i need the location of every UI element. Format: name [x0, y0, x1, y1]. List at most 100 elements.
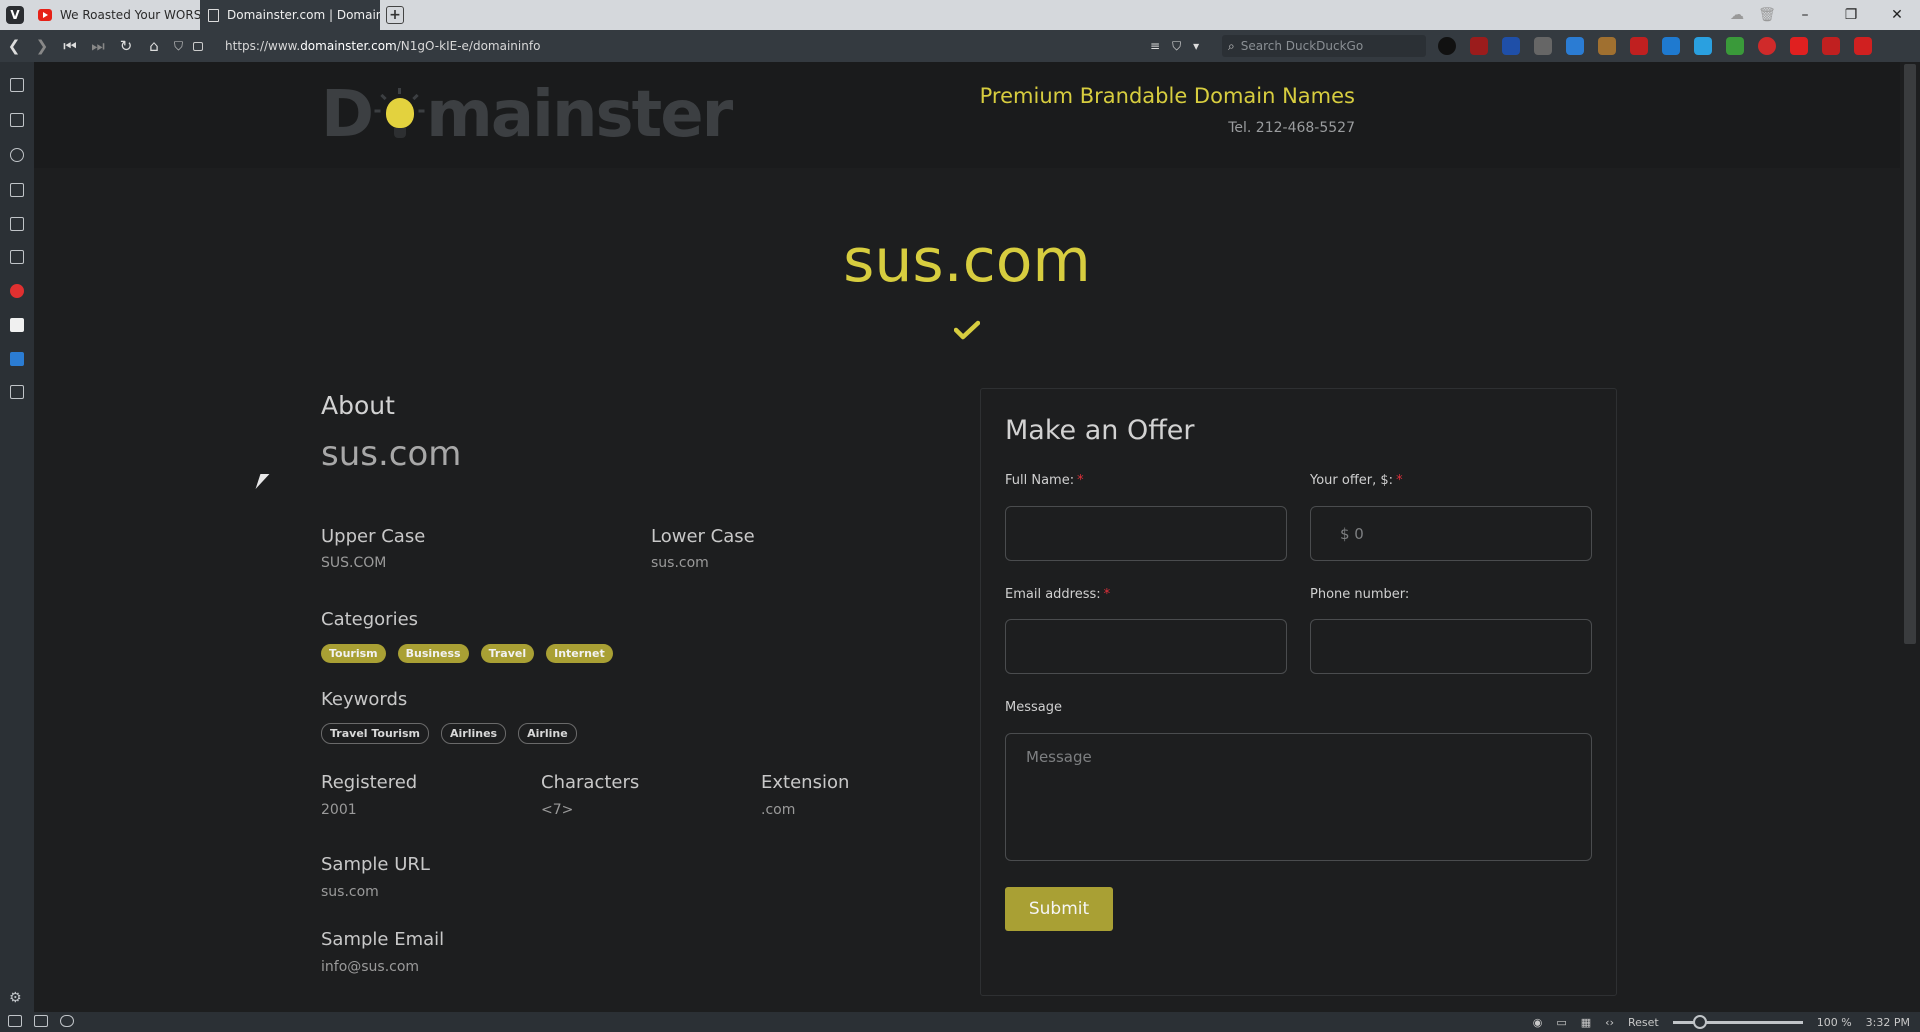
- side-panel: ⚙: [0, 62, 34, 1012]
- bookmark-icon[interactable]: ⛉: [1172, 39, 1181, 54]
- checkmark-icon: [954, 320, 980, 340]
- extension-red-icon[interactable]: [1854, 37, 1872, 55]
- translate-panel-icon[interactable]: [10, 250, 24, 264]
- extension-pie-icon[interactable]: [1758, 37, 1776, 55]
- extension-diamond-icon[interactable]: [1694, 37, 1712, 55]
- tab-tiling-icon[interactable]: [34, 1015, 48, 1027]
- address-toolbar: ❮ ❯ ⏮ ⏭ ↻ ⌂ ⛉ https://www.domainster.com…: [0, 30, 1920, 62]
- settings-gear-icon[interactable]: ⚙: [9, 990, 22, 1006]
- sync-cloud-icon[interactable]: ☁: [1722, 7, 1752, 23]
- scrollbar-thumb[interactable]: [1904, 64, 1916, 644]
- page-scrollbar[interactable]: [1900, 62, 1920, 1012]
- phone-input[interactable]: [1310, 619, 1592, 674]
- reload-icon[interactable]: ↻: [112, 37, 140, 55]
- notes-panel-icon[interactable]: [10, 183, 24, 197]
- toggle-panel-icon[interactable]: [8, 1015, 22, 1027]
- screenshot-icon[interactable]: ◉: [1533, 1016, 1543, 1029]
- lower-case-value: sus.com: [651, 555, 709, 571]
- window-icon[interactable]: ▭: [1556, 1016, 1566, 1029]
- category-pill[interactable]: Business: [397, 644, 469, 663]
- keyword-pill[interactable]: Airlines: [441, 723, 507, 744]
- full-name-input[interactable]: [1005, 506, 1287, 561]
- fast-forward-icon[interactable]: ⏭: [84, 37, 112, 55]
- zoom-slider-knob[interactable]: [1692, 1014, 1707, 1029]
- shield-icon[interactable]: ⛉: [174, 39, 183, 54]
- keywords-label: Keywords: [321, 689, 408, 710]
- vivaldi-menu-icon[interactable]: V: [6, 6, 24, 24]
- tab-youtube[interactable]: We Roasted Your WORST S: [30, 0, 200, 30]
- window-panel-icon[interactable]: [10, 217, 24, 231]
- categories-label: Categories: [321, 609, 419, 630]
- tab-label: We Roasted Your WORST S: [60, 8, 200, 22]
- message-textarea[interactable]: [1005, 733, 1592, 861]
- url-domain: domainster.com: [300, 39, 397, 53]
- dropdown-icon[interactable]: ▾: [1193, 39, 1199, 53]
- back-icon[interactable]: ❮: [0, 37, 28, 55]
- keywords-list: Travel Tourism Airlines Airline: [321, 723, 577, 744]
- code-icon[interactable]: ‹›: [1605, 1016, 1614, 1029]
- logo-text-left: D: [321, 78, 374, 152]
- tab-domainster[interactable]: Domainster.com | Domain I: [200, 0, 380, 30]
- extension-label: Extension: [761, 772, 850, 793]
- url-prefix: https://www.: [225, 39, 301, 53]
- domainster-logo[interactable]: D mainster: [321, 78, 733, 152]
- web-page: D mainster Premium Brandable Domain Name…: [34, 62, 1900, 1012]
- full-name-label-text: Full Name:: [1005, 473, 1075, 488]
- translate-icon[interactable]: [1566, 37, 1584, 55]
- extension-glasses-icon[interactable]: [1534, 37, 1552, 55]
- status-right: ◉ ▭ ▦ ‹› Reset 100 % 3:32 PM: [1533, 1012, 1910, 1032]
- offer-amount-label: Your offer, $: *: [1310, 473, 1403, 488]
- clock: 3:32 PM: [1865, 1015, 1910, 1029]
- email-label: Email address: *: [1005, 587, 1110, 602]
- history-panel-icon[interactable]: [10, 148, 24, 162]
- address-field[interactable]: https://www.domainster.com/N1gO-kIE-e/do…: [225, 39, 1105, 53]
- downloads-panel-icon[interactable]: [10, 113, 24, 127]
- keyword-pill[interactable]: Airline: [518, 723, 577, 744]
- close-button[interactable]: ✕: [1874, 7, 1920, 23]
- restore-button[interactable]: ❐: [1828, 7, 1874, 23]
- outlook-panel-icon[interactable]: [10, 352, 24, 366]
- sync-icon[interactable]: [60, 1015, 74, 1027]
- message-label: Message: [1005, 700, 1062, 715]
- full-name-label: Full Name: *: [1005, 473, 1084, 488]
- wikipedia-panel-icon[interactable]: [10, 318, 24, 332]
- status-left-icons: [8, 1015, 74, 1027]
- profile-avatar-icon[interactable]: [1438, 37, 1456, 55]
- email-input[interactable]: [1005, 619, 1287, 674]
- extension-refresh-icon[interactable]: [1726, 37, 1744, 55]
- offer-amount-input[interactable]: [1310, 506, 1592, 561]
- new-tab-button[interactable]: +: [386, 6, 404, 24]
- extension-cookie-icon[interactable]: [1598, 37, 1616, 55]
- minimize-button[interactable]: –: [1782, 7, 1828, 23]
- extension-s-icon[interactable]: [1662, 37, 1680, 55]
- bitwarden-icon[interactable]: [1502, 37, 1520, 55]
- vivaldi-panel-icon[interactable]: [10, 284, 24, 298]
- notification-extension-icon[interactable]: [1822, 37, 1840, 55]
- youtube-extension-icon[interactable]: [1790, 37, 1808, 55]
- category-pill[interactable]: Tourism: [321, 644, 386, 663]
- extension-value: .com: [761, 802, 796, 818]
- zoom-slider[interactable]: [1672, 1014, 1803, 1029]
- extension-y-icon[interactable]: [1630, 37, 1648, 55]
- keyword-pill[interactable]: Travel Tourism: [321, 723, 430, 744]
- category-pill[interactable]: Travel: [480, 644, 535, 663]
- search-field[interactable]: ⌕ Search DuckDuckGo: [1222, 35, 1426, 57]
- rewind-icon[interactable]: ⏮: [56, 37, 84, 55]
- ublock-icon[interactable]: [1470, 37, 1488, 55]
- category-pill[interactable]: Internet: [546, 644, 613, 663]
- zoom-reset-button[interactable]: Reset: [1628, 1016, 1659, 1029]
- image-icon[interactable]: ▦: [1581, 1016, 1591, 1029]
- logo-text-right: mainster: [426, 78, 733, 152]
- reader-view-icon[interactable]: ≡: [1150, 39, 1160, 53]
- registered-label: Registered: [321, 772, 418, 793]
- phone-number[interactable]: Tel. 212-468-5527: [1228, 120, 1355, 136]
- submit-button[interactable]: Submit: [1005, 887, 1113, 931]
- characters-value: <7>: [541, 802, 574, 818]
- forward-icon[interactable]: ❯: [28, 37, 56, 55]
- trash-icon[interactable]: 🗑: [1752, 7, 1782, 23]
- lock-icon[interactable]: [193, 41, 204, 51]
- add-panel-icon[interactable]: [10, 385, 24, 399]
- browser-tab-bar: V We Roasted Your WORST S Domainster.com…: [0, 0, 1920, 30]
- home-icon[interactable]: ⌂: [140, 37, 168, 55]
- bookmarks-panel-icon[interactable]: [10, 78, 24, 92]
